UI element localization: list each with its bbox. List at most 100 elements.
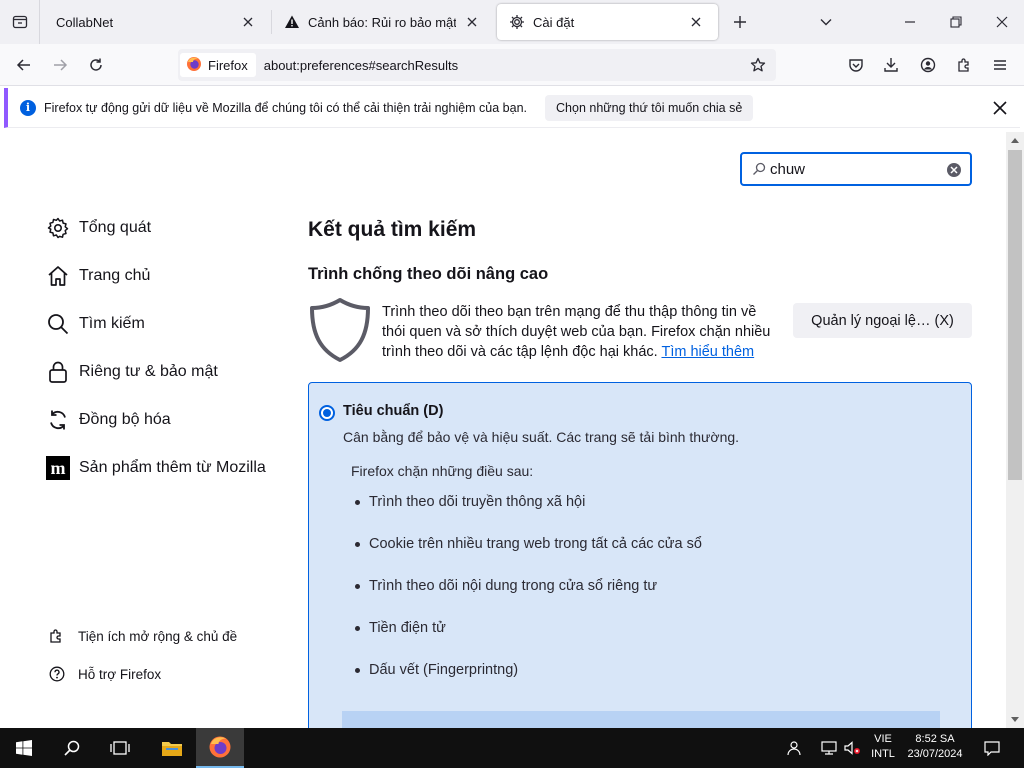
category-search[interactable]: Tìm kiếm	[46, 312, 145, 336]
clear-search-button[interactable]	[946, 162, 962, 178]
notification-close-button[interactable]	[990, 98, 1010, 118]
file-explorer-button[interactable]	[148, 728, 196, 768]
category-home[interactable]: Trang chủ	[46, 264, 150, 288]
category-sync[interactable]: Đồng bộ hóa	[46, 408, 171, 432]
puzzle-icon	[48, 627, 66, 645]
app-menu-button[interactable]	[986, 51, 1014, 79]
input-language-indicator[interactable]: VIE INTL	[866, 732, 900, 762]
restore-button[interactable]	[942, 8, 970, 36]
search-icon	[64, 740, 80, 756]
search-icon	[752, 162, 766, 176]
scrollbar-thumb[interactable]	[1008, 150, 1022, 480]
mozilla-m-icon: m	[46, 456, 70, 480]
tab-security-warning[interactable]: Cảnh báo: Rủi ro bảo mật tiềm	[272, 0, 494, 44]
list-item-label: Trình theo dõi nội dung trong cửa sổ riê…	[369, 578, 658, 594]
url-text[interactable]: about:preferences#searchResults	[264, 58, 744, 73]
folder-icon	[162, 742, 182, 756]
list-item-label: Cookie trên nhiều trang web trong tất cả…	[369, 536, 702, 552]
firefox-taskbar-button[interactable]	[196, 728, 244, 768]
category-privacy[interactable]: Riêng tư & bảo mật	[46, 360, 218, 384]
standard-info-box	[342, 711, 940, 728]
language-code: VIE	[874, 733, 892, 745]
tracking-description: Trình theo dõi theo bạn trên mạng để thu…	[382, 302, 782, 362]
forward-arrow-icon	[54, 59, 68, 71]
windows-taskbar: VIE INTL 8:52 SA 23/07/2024	[0, 728, 1024, 768]
people-icon[interactable]	[784, 739, 802, 757]
category-general[interactable]: Tổng quát	[46, 216, 151, 240]
section-title: Trình chống theo dõi nâng cao	[308, 265, 549, 283]
pocket-button[interactable]	[842, 51, 870, 79]
warning-icon	[284, 14, 300, 30]
radio-dot	[323, 409, 331, 417]
back-button[interactable]	[10, 51, 38, 79]
extensions-themes-link[interactable]: Tiện ích mở rộng & chủ đề	[48, 627, 237, 645]
scroll-up-arrow[interactable]	[1006, 132, 1024, 148]
choose-what-to-share-button[interactable]: Chọn những thứ tôi muốn chia sẻ	[545, 94, 754, 121]
bullet-dot	[355, 541, 360, 547]
identity-box[interactable]: Firefox	[180, 53, 256, 77]
reload-button[interactable]	[82, 51, 110, 79]
tab-title: CollabNet	[56, 14, 114, 30]
account-icon	[920, 57, 936, 73]
standard-radio[interactable]	[319, 405, 335, 421]
bullet-dot	[355, 499, 360, 505]
back-arrow-icon	[16, 59, 30, 71]
shield-icon	[308, 296, 372, 364]
home-icon	[46, 264, 70, 288]
learn-more-link[interactable]: Tìm hiểu thêm	[661, 344, 754, 360]
list-item-label: Tiền điện tử	[369, 620, 446, 636]
network-icon[interactable]	[820, 739, 838, 757]
manage-exceptions-button[interactable]: Quản lý ngoại lệ… (X)	[793, 303, 972, 338]
extensions-button[interactable]	[950, 51, 978, 79]
bookmark-star-button[interactable]	[744, 51, 772, 79]
restore-icon	[950, 16, 962, 28]
new-tab-button[interactable]	[726, 8, 754, 36]
tab-title: Cảnh báo: Rủi ro bảo mật tiềm	[308, 14, 456, 30]
task-view-button[interactable]	[96, 728, 144, 768]
preferences-search-input[interactable]	[770, 160, 940, 178]
category-label: Đồng bộ hóa	[79, 411, 171, 428]
account-button[interactable]	[914, 51, 942, 79]
tab-close-button[interactable]	[238, 12, 258, 32]
list-all-tabs-button[interactable]	[812, 8, 840, 36]
category-more-from-mozilla[interactable]: m Sản phẩm thêm từ Mozilla	[46, 456, 266, 480]
volume-muted-icon[interactable]	[843, 739, 861, 757]
downloads-button[interactable]	[877, 51, 905, 79]
plus-icon	[734, 16, 746, 28]
close-window-button[interactable]	[988, 8, 1016, 36]
list-item: Tiền điện tử	[355, 620, 446, 636]
list-item: Dấu vết (Fingerprintng)	[355, 662, 518, 678]
category-label: Trang chủ	[79, 267, 151, 284]
tab-settings[interactable]: Cài đặt	[497, 4, 718, 40]
action-center-icon[interactable]	[983, 739, 1001, 757]
tab-list-button[interactable]	[0, 0, 40, 44]
tab-close-button[interactable]	[686, 12, 706, 32]
minimize-button[interactable]	[896, 8, 924, 36]
hamburger-menu-icon	[994, 60, 1006, 70]
list-item-label: Trình theo dõi truyền thông xã hội	[369, 494, 586, 510]
preferences-search-box[interactable]	[740, 152, 972, 186]
tab-list-icon	[12, 15, 27, 29]
blocks-title: Firefox chặn những điều sau:	[351, 463, 534, 479]
tab-collabnet[interactable]: CollabNet	[44, 0, 270, 44]
firefox-support-link[interactable]: Hỗ trợ Firefox	[48, 665, 161, 683]
scroll-down-arrow[interactable]	[1006, 712, 1024, 728]
start-button[interactable]	[0, 728, 48, 768]
search-taskbar-button[interactable]	[48, 728, 96, 768]
tab-close-button[interactable]	[462, 12, 482, 32]
help-icon	[48, 665, 66, 683]
taskbar-clock[interactable]: 8:52 SA 23/07/2024	[902, 732, 968, 762]
standard-title: Tiêu chuẩn (D)	[343, 403, 444, 419]
search-icon	[46, 312, 70, 336]
page-scrollbar[interactable]	[1006, 132, 1024, 728]
list-item: Trình theo dõi nội dung trong cửa sổ riê…	[355, 578, 657, 594]
firefox-logo-icon	[209, 736, 231, 758]
url-bar[interactable]: Firefox about:preferences#searchResults	[178, 49, 776, 81]
standard-protection-panel[interactable]: Tiêu chuẩn (D) Cân bằng để bảo vệ và hiệ…	[308, 382, 972, 728]
firefox-logo-icon	[186, 56, 202, 75]
firefox-support-label: Hỗ trợ Firefox	[78, 666, 162, 682]
bullet-dot	[355, 667, 360, 673]
data-reporting-notification: i Firefox tự động gửi dữ liệu về Mozilla…	[4, 88, 1020, 128]
preferences-page: Tổng quát Trang chủ Tìm kiếm Riêng tư & …	[0, 132, 1006, 728]
forward-button[interactable]	[46, 51, 74, 79]
